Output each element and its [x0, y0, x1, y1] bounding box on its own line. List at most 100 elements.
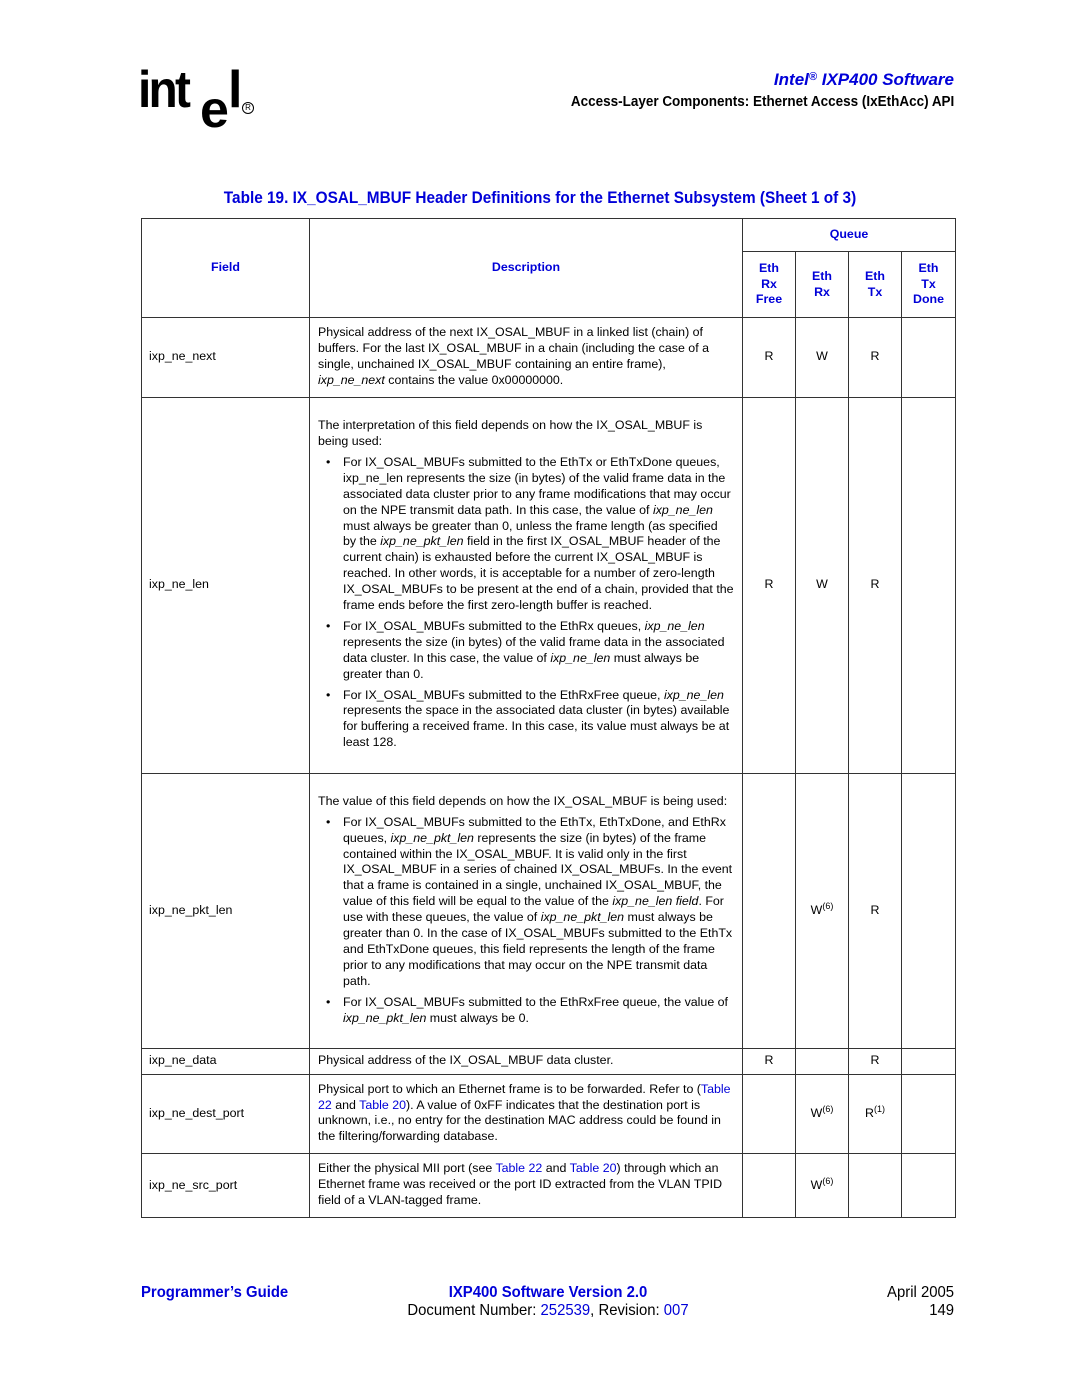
italic-term: ixp_ne_len: [550, 650, 611, 665]
text-run: Physical address of the next IX_OSAL_MBU…: [318, 325, 709, 371]
footer-right: April 2005 149: [887, 1284, 954, 1320]
bullet-item: • For IX_OSAL_MBUFs submitted to the EthR…: [318, 688, 734, 752]
mbuf-header-table: Field Description Queue Eth Rx Free Eth Rx Et…: [141, 218, 956, 1218]
product-name: Intel® IXP400 Software: [542, 70, 954, 90]
header-queue-line: Rx: [761, 276, 777, 291]
italic-term: ixp_ne_pkt_len: [540, 910, 625, 925]
text-run: contains the value 0x00000000.: [384, 372, 564, 387]
bullet-item: • For IX_OSAL_MBUFs submitted to the EthT…: [318, 455, 734, 614]
queue-access-cell: [848, 1153, 902, 1218]
docnum-link[interactable]: 252539: [541, 1302, 591, 1319]
logo-int: int: [138, 61, 191, 119]
description-bullets: • For IX_OSAL_MBUFs submitted to the EthT…: [318, 455, 734, 751]
field-name: ixp_ne_len: [141, 396, 310, 774]
access-value: R: [870, 577, 880, 592]
table-reference-link[interactable]: Table 20: [359, 1098, 406, 1112]
text-run: and: [542, 1161, 570, 1176]
docnum-label: Document Number:: [407, 1302, 541, 1319]
table-row: ixp_ne_dest_port Physical port to which a…: [141, 1073, 956, 1155]
header-queue-col: Eth Tx: [848, 251, 902, 318]
queue-access-cell: [742, 1153, 796, 1218]
page-header: Intel® IXP400 Software Access-Layer Comp…: [542, 70, 954, 112]
header-queue-line: Tx: [921, 276, 936, 291]
text-run: For IX_OSAL_MBUFs submitted to the EthRx…: [343, 687, 664, 702]
text-run: must always be 0.: [426, 1010, 529, 1025]
description-text: Physical address of the IX_OSAL_MBUF dat…: [318, 1053, 614, 1068]
table-row: ixp_ne_len The interpretation of this fie…: [141, 396, 956, 774]
access-value: W: [810, 902, 823, 917]
italic-term: ixp_ne_len: [652, 502, 713, 517]
bullet-icon: •: [326, 994, 331, 1009]
table-row: ixp_ne_next Physical address of the next …: [141, 317, 956, 398]
header-queue-col: Eth Tx Done: [901, 251, 956, 318]
queue-access-cell: R(1): [848, 1073, 902, 1155]
header-queue-line: Tx: [867, 284, 883, 299]
access-value: R: [764, 577, 774, 592]
logo-l: l: [228, 61, 243, 119]
header-queue-line: Free: [755, 292, 783, 307]
description-intro: The interpretation of this field depends…: [318, 418, 703, 448]
field-description: Physical address of the next IX_OSAL_MBU…: [309, 317, 743, 398]
access-value: W: [810, 1177, 823, 1192]
bullet-icon: •: [326, 814, 331, 829]
table-reference-link[interactable]: Table 22: [495, 1161, 542, 1175]
description-intro: The value of this field depends on how t…: [318, 793, 728, 808]
access-value: W: [816, 577, 828, 592]
bullet-item: • For IX_OSAL_MBUFs submitted to the EthT…: [318, 815, 734, 990]
header-field: Field: [141, 218, 310, 318]
italic-term: ixp_ne_len field: [612, 894, 699, 909]
bullet-item: • For IX_OSAL_MBUFs submitted to the EthR…: [318, 619, 734, 683]
queue-access-cell: R: [848, 396, 902, 774]
bullet-icon: •: [326, 618, 331, 633]
header-queue-line: Done: [913, 292, 944, 307]
description-bullets: • For IX_OSAL_MBUFs submitted to the EthT…: [318, 815, 734, 1027]
queue-access-cell: [901, 1153, 956, 1218]
bullet-icon: •: [326, 687, 331, 702]
field-description: The value of this field depends on how t…: [309, 772, 743, 1049]
footnote-ref: (1): [873, 1103, 885, 1114]
text-run: and: [331, 1097, 360, 1112]
field-name: ixp_ne_pkt_len: [141, 772, 310, 1049]
access-value: R: [870, 1053, 880, 1068]
queue-access-cell: R: [742, 317, 796, 398]
queue-access-cell: R: [848, 1047, 902, 1075]
italic-term: ixp_ne_len: [663, 687, 724, 702]
queue-access-cell: [901, 396, 956, 774]
header-queue: Queue: [742, 218, 956, 252]
section-title: Access-Layer Components: Ethernet Access…: [570, 94, 954, 110]
italic-term: ixp_ne_len: [644, 618, 705, 633]
queue-access-cell: W(6): [795, 1073, 849, 1155]
queue-access-cell: R: [742, 1047, 796, 1075]
table-row: ixp_ne_pkt_len The value of this field de…: [141, 772, 956, 1049]
bullet-icon: •: [326, 454, 331, 469]
italic-term: ixp_ne_next: [318, 372, 385, 387]
header-queue-line: Eth: [918, 261, 939, 276]
footnote-ref: (6): [822, 1175, 834, 1186]
product-title: IXP400 Software: [821, 70, 954, 89]
footnote-ref: (6): [822, 1103, 834, 1114]
table-row: ixp_ne_src_port Either the physical MII p…: [141, 1153, 956, 1218]
header-queue-line: Rx: [814, 284, 830, 299]
text-run: For IX_OSAL_MBUFs submitted to the EthRx…: [343, 994, 728, 1009]
registered-sup: ®: [808, 71, 817, 83]
table-reference-link[interactable]: Table 20: [570, 1161, 617, 1175]
header-queue-col: Eth Rx: [795, 251, 849, 318]
access-value: R: [764, 349, 774, 364]
access-value: R: [870, 902, 880, 917]
logo-e: e: [200, 81, 229, 139]
field-name: ixp_ne_data: [141, 1047, 310, 1075]
queue-access-cell: W(6): [795, 772, 849, 1049]
access-value: R: [764, 1053, 774, 1068]
intel-logo: int e l R: [138, 61, 258, 139]
queue-access-cell: [901, 1073, 956, 1155]
italic-term: ixp_ne_pkt_len: [380, 534, 464, 549]
table-row: ixp_ne_data Physical address of the IX_OS…: [141, 1047, 956, 1075]
header-queue-line: Eth: [812, 269, 832, 283]
revision-link[interactable]: 007: [664, 1302, 689, 1319]
queue-access-cell: W: [795, 317, 849, 398]
page-number: 149: [929, 1302, 954, 1319]
field-name: ixp_ne_next: [141, 317, 310, 398]
text-run: represents the space in the associated d…: [343, 703, 730, 750]
italic-term: ixp_ne_pkt_len: [343, 1010, 427, 1025]
field-name: ixp_ne_src_port: [141, 1153, 310, 1218]
